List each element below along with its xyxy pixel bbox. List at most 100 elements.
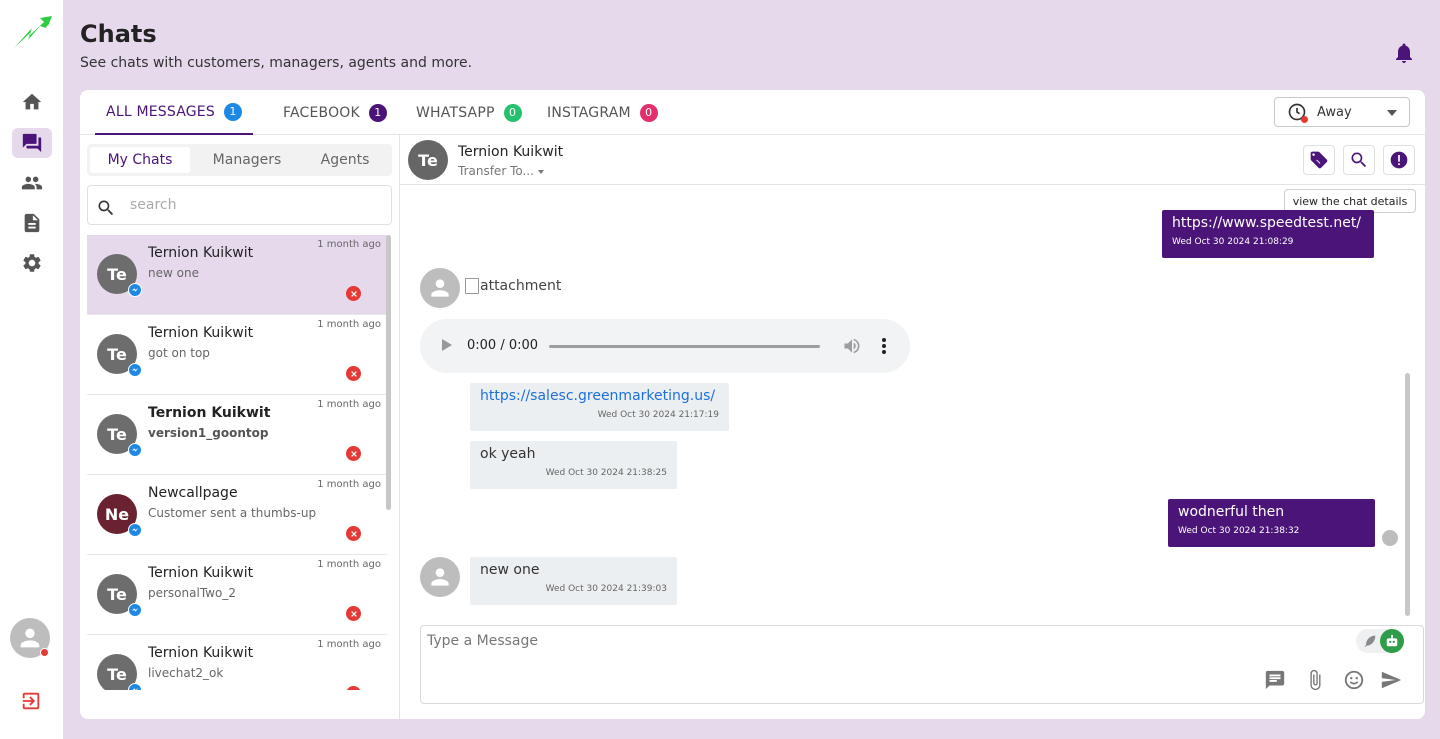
transfer-dropdown[interactable]: Transfer To...	[458, 164, 544, 178]
tab-label: ALL MESSAGES	[106, 103, 215, 120]
chat-time: 1 month ago	[317, 639, 381, 650]
chat-list-item[interactable]: Te Ternion Kuikwit got on top 1 month ag…	[87, 315, 387, 395]
close-icon[interactable]	[346, 526, 361, 541]
chat-subtabs: My Chats Managers Agents	[87, 144, 392, 176]
status-dropdown[interactable]: Away	[1274, 97, 1410, 127]
message-bubble-incoming: https://salesc.greenmarketing.us/ Wed Oc…	[470, 383, 729, 431]
messenger-icon	[128, 363, 142, 377]
ai-assist-toggle[interactable]	[1356, 629, 1404, 653]
chat-time: 1 month ago	[317, 479, 381, 490]
sidebar-item-home[interactable]	[12, 87, 52, 117]
play-icon[interactable]	[442, 339, 452, 351]
messenger-icon	[128, 283, 142, 297]
tab-instagram[interactable]: INSTAGRAM 0	[547, 90, 658, 135]
message-input[interactable]	[427, 633, 1327, 663]
sidebar-item-documents[interactable]	[12, 208, 52, 238]
message-timestamp: Wed Oct 30 2024 21:17:19	[597, 410, 719, 420]
chat-details-button[interactable]	[1383, 145, 1415, 175]
count-badge: 1	[223, 102, 242, 121]
subtab-agents[interactable]: Agents	[295, 147, 395, 173]
user-avatar[interactable]	[10, 618, 50, 658]
tag-button[interactable]	[1303, 145, 1335, 175]
close-icon[interactable]	[346, 446, 361, 461]
message-bubble-incoming: new one Wed Oct 30 2024 21:39:03	[470, 557, 677, 605]
side-nav	[0, 0, 64, 739]
chat-time: 1 month ago	[317, 399, 381, 410]
chat-time: 1 month ago	[317, 239, 381, 250]
tab-facebook[interactable]: FACEBOOK 1	[283, 90, 387, 135]
transfer-label: Transfer To...	[458, 164, 534, 178]
page-subtitle: See chats with customers, managers, agen…	[80, 55, 473, 71]
message-link[interactable]: https://salesc.greenmarketing.us/	[480, 388, 719, 404]
status-dot	[40, 648, 49, 657]
volume-icon[interactable]	[842, 336, 862, 356]
message-bubble-outgoing: wodnerful then Wed Oct 30 2024 21:38:32	[1168, 499, 1375, 547]
emoji-icon[interactable]	[1343, 669, 1365, 691]
message-composer	[420, 625, 1424, 704]
sidebar-item-chats[interactable]	[12, 128, 52, 158]
messenger-icon	[128, 683, 142, 690]
chat-preview: new one	[148, 266, 199, 280]
message-bubble-incoming: ok yeah Wed Oct 30 2024 21:38:25	[470, 441, 677, 489]
person-icon	[20, 628, 40, 648]
chat-time: 1 month ago	[317, 559, 381, 570]
chat-name: Ternion Kuikwit	[148, 645, 254, 661]
tab-all-messages[interactable]: ALL MESSAGES 1	[95, 90, 253, 135]
chat-list-item[interactable]: Ne Newcallpage Customer sent a thumbs-up…	[87, 475, 387, 555]
avatar: Te	[97, 334, 142, 377]
more-vertical-icon[interactable]	[876, 336, 892, 356]
people-icon	[21, 176, 43, 190]
bell-icon[interactable]	[1392, 40, 1416, 66]
clock-icon	[1287, 102, 1308, 123]
attachment-icon[interactable]	[1304, 669, 1326, 691]
chat-list-scrollbar[interactable]	[386, 235, 391, 510]
chat-preview: personalTwo_2	[148, 586, 236, 600]
avatar: Ne	[97, 494, 142, 537]
tab-label: WHATSAPP	[416, 104, 495, 121]
close-icon[interactable]	[346, 366, 361, 381]
tab-whatsapp[interactable]: WHATSAPP 0	[416, 90, 522, 135]
chat-list-item[interactable]: Te Ternion Kuikwit livechat2_ok 1 month …	[87, 635, 387, 690]
chat-list-panel: My Chats Managers Agents Te Ternion Kuik…	[80, 135, 400, 719]
chat-preview: livechat2_ok	[148, 666, 224, 680]
subtab-managers[interactable]: Managers	[197, 147, 297, 173]
canned-response-icon[interactable]	[1264, 669, 1286, 691]
close-icon[interactable]	[346, 286, 361, 301]
thread-scrollbar[interactable]	[1405, 373, 1410, 616]
count-badge: 0	[503, 103, 522, 122]
search-box	[87, 185, 392, 225]
avatar: Te	[97, 414, 142, 457]
chat-list-item[interactable]: Te Ternion Kuikwit version1_goontop 1 mo…	[87, 395, 387, 475]
messenger-icon	[128, 443, 142, 457]
chat-list-item[interactable]: Te Ternion Kuikwit new one 1 month ago	[87, 235, 387, 315]
count-badge: 0	[639, 103, 658, 122]
chat-name: Ternion Kuikwit	[148, 245, 254, 261]
message-timestamp: Wed Oct 30 2024 21:38:32	[1178, 526, 1300, 536]
chevron-down-icon	[537, 169, 544, 174]
seen-avatar-icon	[1382, 530, 1398, 546]
subtab-my-chats[interactable]: My Chats	[90, 147, 190, 173]
chat-list-item[interactable]: Te Ternion Kuikwit personalTwo_2 1 month…	[87, 555, 387, 635]
message-text: wodnerful then	[1178, 504, 1285, 520]
document-icon	[24, 213, 40, 233]
close-icon[interactable]	[346, 606, 361, 621]
chat-name: Ternion Kuikwit	[148, 325, 254, 341]
message-timestamp: Wed Oct 30 2024 21:08:29	[1172, 237, 1294, 247]
send-icon[interactable]	[1380, 669, 1402, 691]
messenger-icon	[128, 603, 142, 617]
logo-icon[interactable]	[10, 14, 54, 52]
home-icon	[22, 93, 42, 110]
sidebar-item-settings[interactable]	[12, 248, 52, 278]
close-icon[interactable]	[346, 686, 361, 690]
chats-card: ALL MESSAGES 1 FACEBOOK 1 WHATSAPP 0 INS…	[80, 90, 1425, 719]
chat-list: Te Ternion Kuikwit new one 1 month ago T…	[87, 235, 387, 690]
attachment-image[interactable]: attachment	[465, 278, 561, 294]
chat-name: Ternion Kuikwit	[148, 405, 271, 421]
sidebar-item-contacts[interactable]	[12, 168, 52, 198]
search-conversation-button[interactable]	[1343, 145, 1375, 175]
audio-player: 0:00 / 0:00	[420, 319, 910, 373]
person-icon	[431, 568, 449, 586]
audio-progress-bar[interactable]	[549, 345, 820, 348]
logout-icon[interactable]	[20, 690, 42, 712]
search-input[interactable]	[130, 194, 380, 216]
